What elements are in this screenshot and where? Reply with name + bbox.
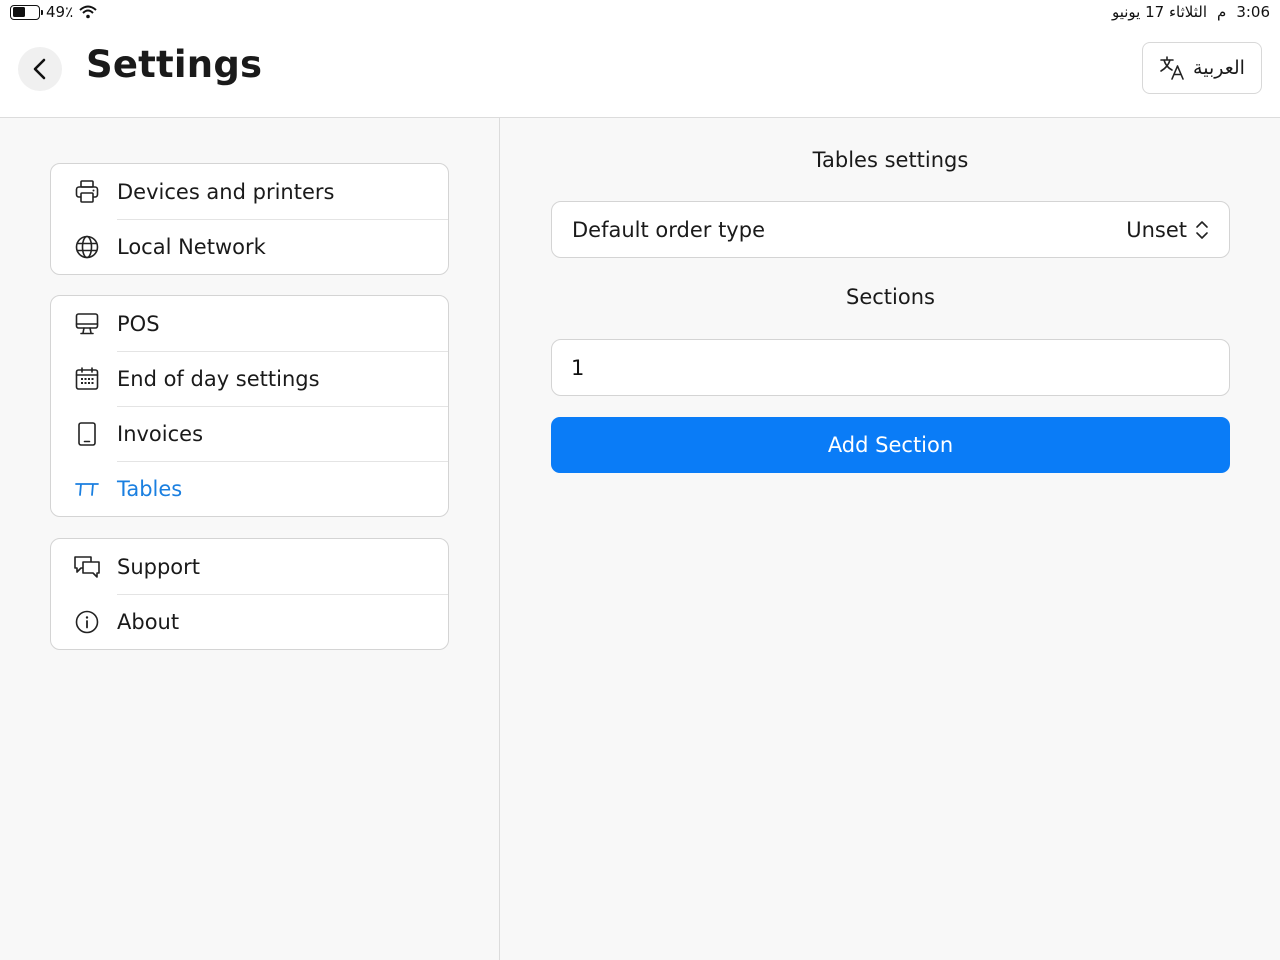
status-right: الثلاثاء 17 يونيو م 3:06: [1112, 3, 1270, 21]
default-order-type-value: Unset: [1126, 217, 1187, 242]
sidebar-group-devices: Devices and printers Local Network: [50, 163, 449, 275]
wifi-icon: [79, 5, 97, 19]
default-order-type-label: Default order type: [572, 217, 765, 242]
status-left: 49٪: [10, 3, 97, 21]
sidebar-item-label: POS: [117, 311, 160, 336]
header: Settings العربية: [0, 26, 1280, 118]
globe-icon: [73, 233, 101, 261]
sidebar-item-local-network[interactable]: Local Network: [51, 219, 448, 274]
status-time: 3:06: [1236, 3, 1270, 21]
calendar-icon: [73, 365, 101, 393]
chevron-up-down-icon: [1196, 220, 1208, 239]
sidebar-item-tables[interactable]: Tables: [51, 461, 448, 516]
battery-fill: [12, 7, 25, 17]
sidebar-item-label: About: [117, 609, 180, 634]
sidebar: Devices and printers Local Network POS E…: [0, 118, 500, 960]
language-button[interactable]: العربية: [1142, 42, 1262, 94]
sidebar-item-about[interactable]: About: [51, 594, 448, 649]
table-icon: [73, 475, 101, 503]
monitor-icon: [73, 310, 101, 338]
sidebar-item-support[interactable]: Support: [51, 539, 448, 594]
sidebar-item-invoices[interactable]: Invoices: [51, 406, 448, 461]
sidebar-item-label: Local Network: [117, 234, 266, 259]
battery-icon: [10, 4, 43, 20]
chevron-left-icon: [33, 58, 46, 80]
info-icon: [73, 608, 101, 636]
sections-input[interactable]: [551, 339, 1230, 396]
chat-bubbles-icon: [73, 553, 101, 581]
sidebar-item-pos[interactable]: POS: [51, 296, 448, 351]
battery-percent: 49٪: [46, 3, 74, 21]
sections-title: Sections: [846, 285, 935, 309]
tablet-icon: [73, 420, 101, 448]
sidebar-group-operations: POS End of day settings Invoices Tables: [50, 295, 449, 517]
sidebar-group-help: Support About: [50, 538, 449, 650]
page-title: Settings: [86, 43, 263, 86]
tables-settings-title: Tables settings: [812, 148, 969, 172]
sidebar-item-end-of-day-settings[interactable]: End of day settings: [51, 351, 448, 406]
main-panel: Tables settings Default order type Unset…: [501, 118, 1280, 960]
default-order-type-select[interactable]: Default order type Unset: [551, 201, 1230, 258]
translate-icon: [1160, 56, 1184, 80]
sidebar-item-label: Devices and printers: [117, 179, 335, 204]
sidebar-item-label: End of day settings: [117, 366, 320, 391]
sidebar-item-label: Invoices: [117, 421, 204, 446]
status-bar: 49٪ الثلاثاء 17 يونيو م 3:06: [0, 0, 1280, 26]
sidebar-item-label: Support: [117, 554, 201, 579]
add-section-button[interactable]: Add Section: [551, 417, 1230, 473]
sidebar-item-label: Tables: [117, 476, 183, 501]
status-period: م: [1217, 3, 1227, 21]
back-button[interactable]: [18, 47, 62, 91]
printer-icon: [73, 178, 101, 206]
sidebar-item-devices-and-printers[interactable]: Devices and printers: [51, 164, 448, 219]
language-label: العربية: [1193, 57, 1245, 79]
status-date: الثلاثاء 17 يونيو: [1111, 3, 1208, 21]
